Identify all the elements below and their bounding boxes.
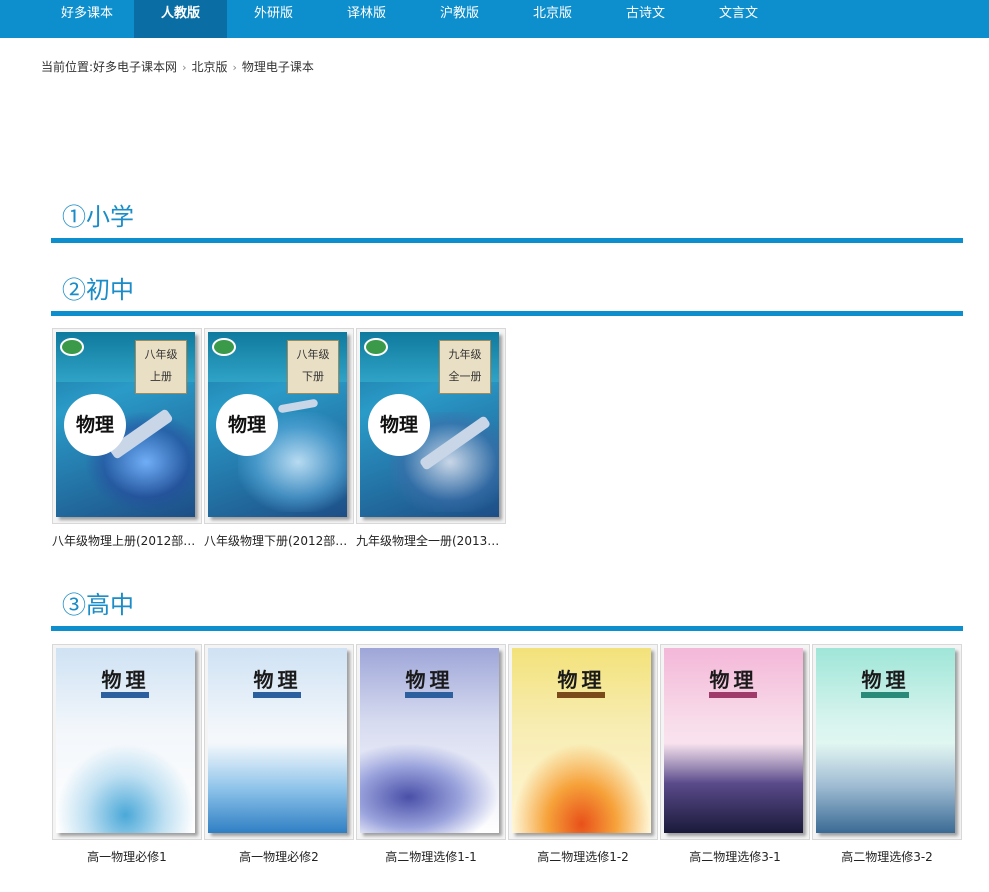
- book-cover-image: 物理: [360, 648, 499, 833]
- nav-item-wenyanwen[interactable]: 文言文: [692, 0, 785, 38]
- section-senior-header: ③高中: [51, 585, 963, 631]
- book-cover-image: 八年级 上册 物理: [56, 332, 195, 517]
- book-cover[interactable]: 八年级 上册 物理: [52, 328, 202, 524]
- chevron-right-icon: ›: [182, 61, 187, 74]
- publisher-logo-icon: [364, 338, 388, 356]
- cover-grade-label: 八年级 下册: [287, 340, 339, 394]
- nav-item-gushiwen[interactable]: 古诗文: [599, 0, 692, 38]
- breadcrumb-prefix: 当前位置:: [41, 60, 94, 74]
- book-caption[interactable]: 八年级物理下册(2012部…: [204, 532, 354, 549]
- section-junior-header: ②初中: [51, 270, 963, 316]
- nav-item-yilin[interactable]: 译林版: [320, 0, 413, 38]
- book-cover[interactable]: 物理: [508, 644, 658, 840]
- rocket-icon: [512, 743, 651, 833]
- lightbulb-icon: [360, 743, 499, 833]
- book-cover-image: 物理: [512, 648, 651, 833]
- breadcrumb: 当前位置:好多电子课本网 › 北京版 › 物理电子课本: [41, 58, 314, 75]
- cover-title: 物理: [101, 668, 150, 692]
- book-caption[interactable]: 高二物理选修3-1: [660, 848, 810, 865]
- book-cover-image: 九年级 全一册 物理: [360, 332, 499, 517]
- water-drop-icon: [56, 743, 195, 833]
- section-primary-title: ①小学: [62, 203, 134, 231]
- nav-item-beijing[interactable]: 北京版: [506, 0, 599, 38]
- breadcrumb-home-link[interactable]: 好多电子课本网: [93, 60, 177, 74]
- book-caption[interactable]: 高二物理选修3-2: [812, 848, 962, 865]
- breadcrumb-current: 物理电子课本: [241, 60, 314, 74]
- cover-title: 物理: [64, 394, 126, 456]
- book-cover[interactable]: 物理: [812, 644, 962, 840]
- book-caption[interactable]: 九年级物理全一册(2013…: [356, 532, 506, 549]
- breadcrumb-beijing-link[interactable]: 北京版: [191, 60, 227, 74]
- nav-item-waiyan[interactable]: 外研版: [227, 0, 320, 38]
- cover-title: 物理: [861, 668, 910, 692]
- book-cover[interactable]: 物理: [204, 644, 354, 840]
- book-cover[interactable]: 九年级 全一册 物理: [356, 328, 506, 524]
- cover-title: 物理: [709, 668, 758, 692]
- section-junior-title: ②初中: [62, 276, 134, 304]
- book-caption[interactable]: 高二物理选修1-2: [508, 848, 658, 865]
- book-cover-image: 物理: [208, 648, 347, 833]
- cover-title: 物理: [557, 668, 606, 692]
- section-senior-title: ③高中: [62, 591, 134, 619]
- nav-item-renjiao[interactable]: 人教版: [134, 0, 227, 38]
- cover-grade-label: 九年级 全一册: [439, 340, 491, 394]
- cover-title: 物理: [216, 394, 278, 456]
- book-cover[interactable]: 物理: [356, 644, 506, 840]
- publisher-logo-icon: [60, 338, 84, 356]
- cover-title: 物理: [405, 668, 454, 692]
- cover-title: 物理: [368, 394, 430, 456]
- book-cover-image: 八年级 下册 物理: [208, 332, 347, 517]
- book-cover[interactable]: 物理: [52, 644, 202, 840]
- nav-item-haoduo[interactable]: 好多课本: [40, 0, 134, 38]
- cover-title: 物理: [253, 668, 302, 692]
- book-cover[interactable]: 物理: [660, 644, 810, 840]
- book-caption[interactable]: 高一物理必修2: [204, 848, 354, 865]
- cover-grade-label: 八年级 上册: [135, 340, 187, 394]
- dam-icon: [816, 743, 955, 833]
- book-cover-image: 物理: [664, 648, 803, 833]
- publisher-logo-icon: [212, 338, 236, 356]
- lightning-icon: [664, 743, 803, 833]
- book-caption[interactable]: 高二物理选修1-1: [356, 848, 506, 865]
- book-cover-image: 物理: [816, 648, 955, 833]
- book-caption[interactable]: 八年级物理上册(2012部…: [52, 532, 202, 549]
- book-cover-image: 物理: [56, 648, 195, 833]
- chevron-right-icon: ›: [232, 61, 237, 74]
- top-nav: 好多课本 人教版 外研版 译林版 沪教版 北京版 古诗文 文言文: [0, 0, 989, 38]
- book-caption[interactable]: 高一物理必修1: [52, 848, 202, 865]
- section-primary-header: ①小学: [51, 197, 963, 243]
- nav-item-hujiao[interactable]: 沪教版: [413, 0, 506, 38]
- book-cover[interactable]: 八年级 下册 物理: [204, 328, 354, 524]
- satellite-icon: [208, 743, 347, 833]
